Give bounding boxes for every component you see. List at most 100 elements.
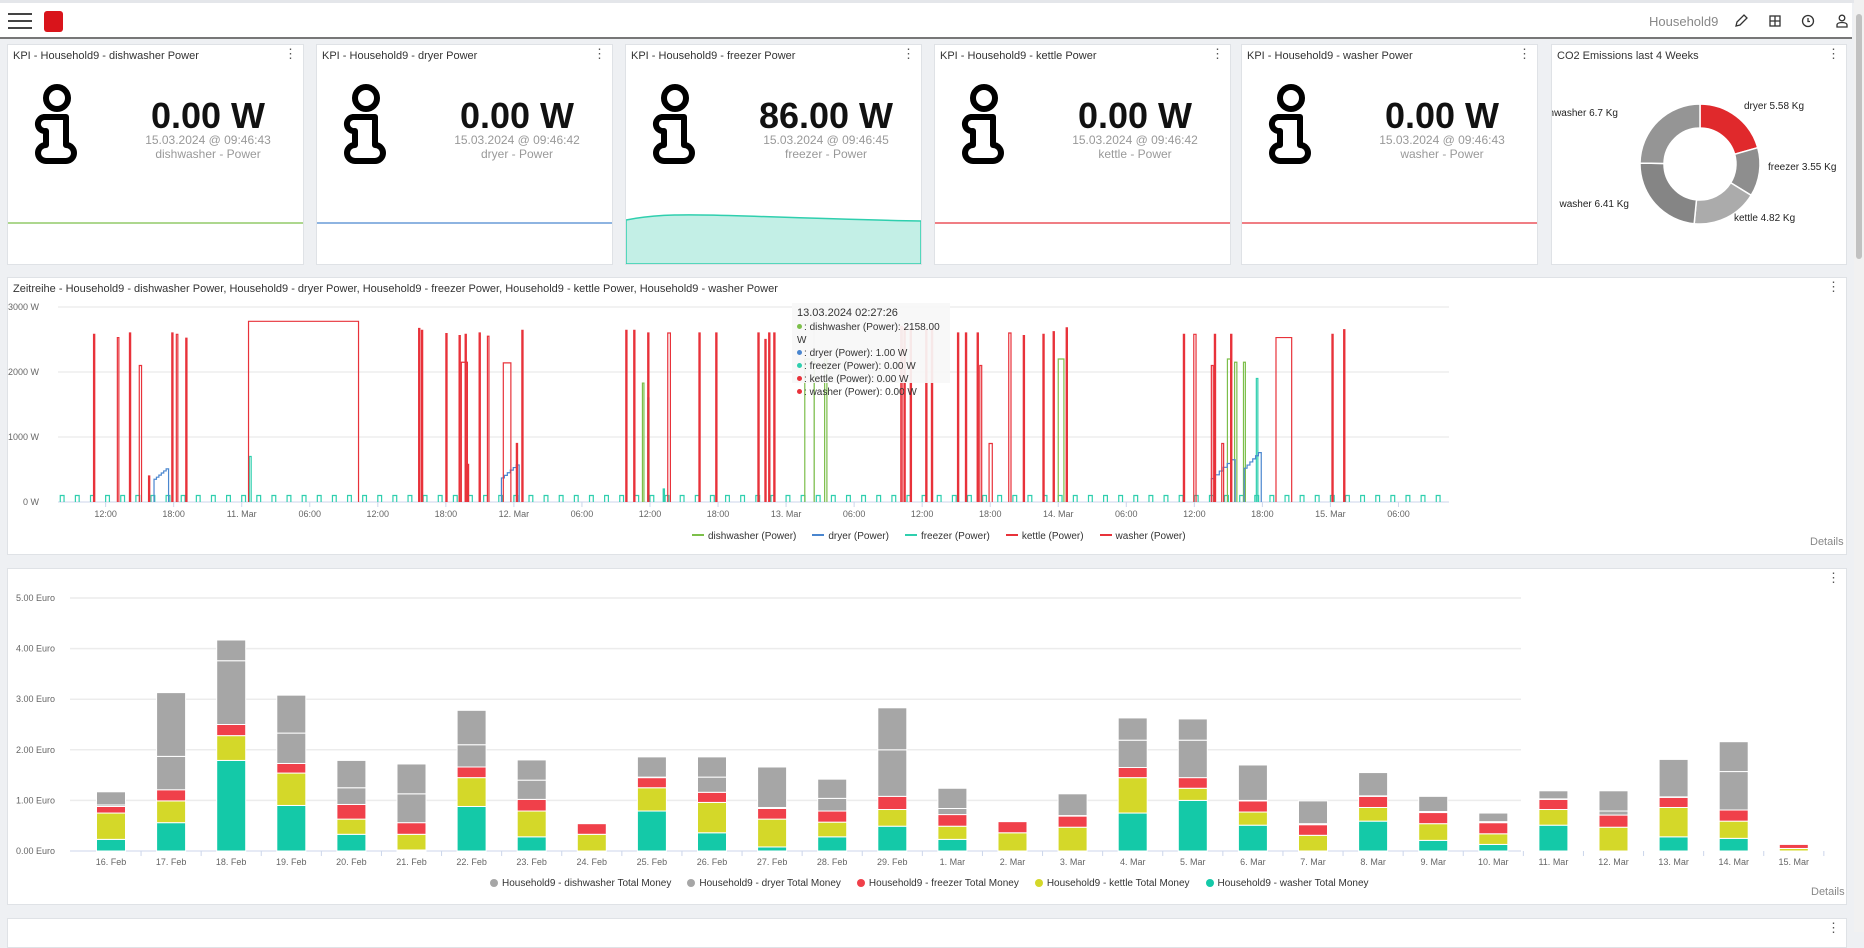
legend-item[interactable]: Household9 - freezer Total Money (856, 878, 1019, 889)
bar-segment[interactable] (456, 805, 487, 852)
bar-segment[interactable] (396, 833, 427, 851)
bar-segment[interactable] (1478, 822, 1509, 835)
bar-segment[interactable] (1418, 823, 1449, 841)
bar-segment[interactable] (1718, 771, 1749, 811)
bar-segment[interactable] (1358, 806, 1389, 822)
bar-segment[interactable] (456, 766, 487, 779)
bar-segment[interactable] (1478, 812, 1509, 823)
bar-segment[interactable] (456, 777, 487, 807)
bar-segment[interactable] (1658, 758, 1689, 798)
details-link[interactable]: Details (1810, 536, 1844, 548)
bar-segment[interactable] (96, 791, 126, 806)
bar-segment[interactable] (636, 787, 667, 812)
bar-segment[interactable] (1117, 739, 1148, 769)
bar-segment[interactable] (1177, 777, 1208, 789)
bar-segment[interactable] (156, 692, 187, 757)
bar-segment[interactable] (156, 755, 187, 791)
bar-segment[interactable] (336, 833, 367, 852)
bar-segment[interactable] (516, 779, 547, 800)
bar-segment[interactable] (1538, 809, 1569, 826)
bar-segment[interactable] (516, 798, 547, 812)
menu-icon[interactable] (8, 13, 32, 29)
bar-segment[interactable] (1598, 814, 1629, 828)
bar-segment[interactable] (757, 807, 788, 820)
bar-segment[interactable] (636, 756, 667, 778)
bar-segment[interactable] (1237, 824, 1268, 852)
bar-segment[interactable] (216, 660, 247, 726)
bar-segment[interactable] (96, 812, 126, 840)
bar-segment[interactable] (1358, 795, 1389, 808)
bar-segment[interactable] (276, 762, 307, 774)
bar-segment[interactable] (1658, 836, 1689, 852)
more-menu-icon[interactable]: ⋮ (593, 47, 606, 60)
bar-segment[interactable] (1057, 815, 1088, 828)
bar-segment[interactable] (156, 822, 187, 852)
bar-segment[interactable] (216, 759, 247, 852)
bar-segment[interactable] (336, 759, 367, 789)
bar-segment[interactable] (1598, 790, 1629, 812)
edit-icon[interactable] (1733, 13, 1749, 29)
bar-segment[interactable] (697, 791, 727, 803)
more-menu-icon[interactable]: ⋮ (902, 47, 915, 60)
legend-item[interactable]: Household9 - washer Total Money (1205, 878, 1369, 889)
legend-item[interactable]: Household9 - dryer Total Money (687, 878, 841, 889)
bar-segment[interactable] (1358, 820, 1389, 852)
bar-segment[interactable] (1237, 800, 1268, 813)
bar-segment[interactable] (877, 707, 908, 751)
bar-segment[interactable] (1117, 812, 1148, 852)
user-icon[interactable] (1834, 13, 1850, 29)
bar-segment[interactable] (1658, 806, 1689, 838)
bar-segment[interactable] (156, 800, 187, 824)
bar-segment[interactable] (1538, 824, 1569, 852)
bar-segment[interactable] (1117, 767, 1148, 779)
bar-segment[interactable] (276, 732, 307, 764)
bar-segment[interactable] (576, 833, 607, 852)
bar-segment[interactable] (1237, 811, 1268, 826)
bar-segment[interactable] (697, 801, 727, 834)
bar-segment[interactable] (817, 810, 848, 823)
bar-segment[interactable] (336, 787, 367, 805)
bar-segment[interactable] (1778, 843, 1809, 849)
bar-segment[interactable] (1658, 796, 1689, 808)
clock-icon[interactable] (1800, 13, 1816, 29)
bar-segment[interactable] (1117, 717, 1148, 741)
bar-segment[interactable] (1718, 741, 1749, 773)
bar-segment[interactable] (877, 809, 908, 827)
bar-segment[interactable] (697, 832, 727, 852)
bar-segment[interactable] (1237, 764, 1268, 801)
bar-segment[interactable] (156, 789, 187, 802)
page-scrollbar[interactable] (1854, 0, 1864, 932)
bar-segment[interactable] (1598, 826, 1629, 852)
bar-segment[interactable] (96, 805, 126, 814)
bar-segment[interactable] (1177, 718, 1208, 741)
bar-segment[interactable] (697, 776, 727, 793)
bar-segment[interactable] (1177, 739, 1208, 779)
bar-segment[interactable] (1057, 793, 1088, 817)
bar-segment[interactable] (1598, 810, 1629, 816)
bar-segment[interactable] (1298, 800, 1328, 825)
bar-segment[interactable] (1718, 820, 1749, 839)
bar-segment[interactable] (1538, 790, 1569, 800)
bar-segment[interactable] (1298, 834, 1328, 852)
legend-item[interactable]: Household9 - kettle Total Money (1034, 878, 1190, 889)
legend-item[interactable]: dishwasher (Power) (692, 531, 796, 542)
bar-segment[interactable] (636, 777, 667, 789)
bar-segment[interactable] (1418, 812, 1449, 825)
bar-segment[interactable] (1298, 824, 1328, 836)
legend-item[interactable]: freezer (Power) (904, 531, 990, 542)
more-menu-icon[interactable]: ⋮ (1827, 921, 1840, 934)
bar-segment[interactable] (276, 694, 307, 734)
legend-item[interactable]: dryer (Power) (812, 531, 889, 542)
bar-segment[interactable] (1718, 837, 1749, 852)
bar-segment[interactable] (757, 766, 788, 808)
bar-segment[interactable] (997, 821, 1028, 834)
bar-segment[interactable] (1358, 772, 1389, 797)
legend-item[interactable]: washer (Power) (1099, 531, 1186, 542)
bar-segment[interactable] (516, 836, 547, 852)
bar-segment[interactable] (1478, 843, 1509, 852)
bar-segment[interactable] (1177, 787, 1208, 801)
bar-segment[interactable] (937, 825, 968, 840)
bar-segment[interactable] (937, 838, 968, 852)
bar-segment[interactable] (396, 763, 427, 795)
bar-segment[interactable] (1418, 795, 1449, 813)
